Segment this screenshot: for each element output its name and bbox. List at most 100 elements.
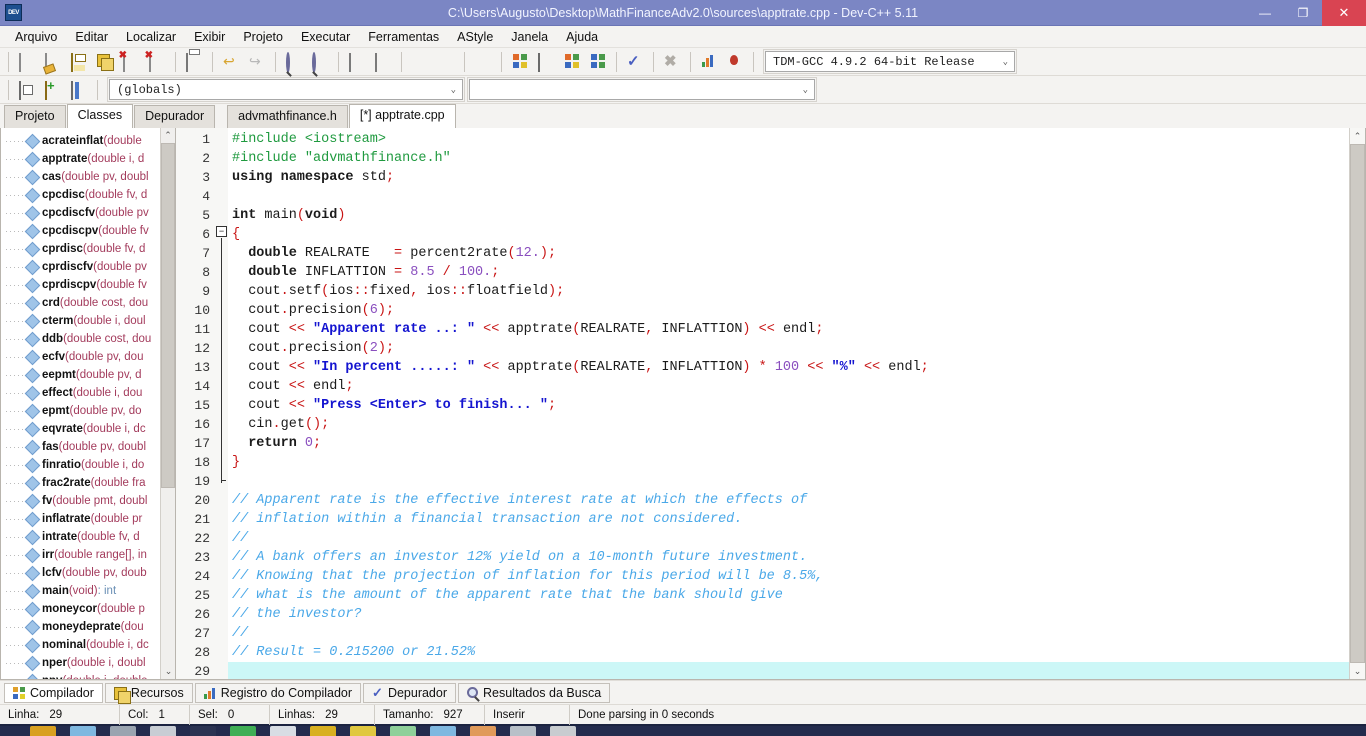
open-file-button[interactable] — [41, 51, 65, 73]
taskbar-icon[interactable] — [30, 726, 56, 736]
code-line[interactable] — [228, 187, 1349, 206]
sidebar-item-cpcdisc[interactable]: ·····cpcdisc(double fv, d — [1, 186, 175, 204]
taskbar-icon[interactable] — [230, 726, 256, 736]
close-button[interactable]: ✕ — [1322, 0, 1366, 26]
stop-execution-button[interactable]: ✖ — [660, 51, 684, 73]
sidebar-item-moneydeprate[interactable]: ·····moneydeprate(dou — [1, 618, 175, 636]
bottom-tab-resultados-busca[interactable]: Resultados da Busca — [458, 683, 610, 703]
menu-item-executar[interactable]: Executar — [292, 28, 359, 46]
fold-toggle-line-6[interactable]: − — [216, 226, 227, 237]
sidebar-item-nominal[interactable]: ·····nominal(double i, dc — [1, 636, 175, 654]
sidebar-item-ddb[interactable]: ·····ddb(double cost, dou — [1, 330, 175, 348]
insert-snippet-button[interactable] — [371, 51, 395, 73]
taskbar-icon[interactable] — [310, 726, 336, 736]
profile-button[interactable] — [697, 51, 721, 73]
taskbar-icon[interactable] — [390, 726, 416, 736]
scope-select[interactable]: (globals) ⌄ — [109, 79, 463, 100]
remove-from-project-button[interactable] — [67, 79, 91, 101]
menu-item-editar[interactable]: Editar — [66, 28, 117, 46]
code-line[interactable]: using namespace std; — [228, 168, 1349, 187]
taskbar-icon[interactable] — [110, 726, 136, 736]
taskbar-icon[interactable] — [350, 726, 376, 736]
save-all-button[interactable] — [93, 51, 117, 73]
print-button[interactable] — [182, 51, 206, 73]
code-line[interactable]: // inflation within a financial transact… — [228, 510, 1349, 529]
compile-and-run-button[interactable] — [560, 51, 584, 73]
taskbar-icon[interactable] — [150, 726, 176, 736]
sidebar-item-nper[interactable]: ·····nper(double i, doubl — [1, 654, 175, 672]
find-button[interactable] — [282, 51, 306, 73]
scrollbar-thumb[interactable] — [161, 143, 175, 488]
sidebar-item-irr[interactable]: ·····irr(double range[], in — [1, 546, 175, 564]
sidebar-item-inflatrate[interactable]: ·····inflatrate(double pr — [1, 510, 175, 528]
sidebar-item-cprdisc[interactable]: ·····cprdisc(double fv, d — [1, 240, 175, 258]
class-browser-scrollbar[interactable]: ⌃ ⌄ — [160, 128, 175, 679]
taskbar-icon[interactable] — [270, 726, 296, 736]
bottom-tab-registro-compilador[interactable]: Registro do Compilador — [195, 683, 361, 703]
sidebar-item-npv[interactable]: ·····npv(double i, double — [1, 672, 175, 680]
close-all-button[interactable] — [145, 51, 169, 73]
taskbar-icon[interactable] — [70, 726, 96, 736]
tab-depurador[interactable]: Depurador — [134, 105, 215, 128]
code-line[interactable]: cin.get(); — [228, 415, 1349, 434]
code-line[interactable]: return 0; — [228, 434, 1349, 453]
code-line[interactable]: cout.setf(ios::fixed, ios::floatfield); — [228, 282, 1349, 301]
new-project-button[interactable] — [15, 79, 39, 101]
taskbar-icon[interactable] — [550, 726, 576, 736]
editor-scrollbar-thumb[interactable] — [1350, 144, 1365, 663]
taskbar-icon[interactable] — [510, 726, 536, 736]
run-button[interactable] — [534, 51, 558, 73]
taskbar-icon[interactable] — [430, 726, 456, 736]
undo-button[interactable]: ↩ — [219, 51, 243, 73]
sidebar-item-moneycor[interactable]: ·····moneycor(double p — [1, 600, 175, 618]
menu-item-localizar[interactable]: Localizar — [117, 28, 185, 46]
redo-button[interactable]: ↪ — [245, 51, 269, 73]
scroll-down-icon[interactable]: ⌄ — [161, 664, 176, 679]
sidebar-item-intrate[interactable]: ·····intrate(double fv, d — [1, 528, 175, 546]
code-line[interactable]: cout.precision(6); — [228, 301, 1349, 320]
sidebar-item-epmt[interactable]: ·····epmt(double pv, do — [1, 402, 175, 420]
code-line[interactable]: cout << endl; — [228, 377, 1349, 396]
code-line[interactable]: // the investor? — [228, 605, 1349, 624]
tab-projeto[interactable]: Projeto — [4, 105, 66, 128]
menu-item-ferramentas[interactable]: Ferramentas — [359, 28, 448, 46]
editor-scroll-up-icon[interactable]: ⌃ — [1350, 128, 1365, 144]
bottom-tab-compilador[interactable]: Compilador — [4, 683, 103, 703]
rebuild-all-button[interactable] — [586, 51, 610, 73]
code-line[interactable]: } — [228, 453, 1349, 472]
sidebar-item-effect[interactable]: ·····effect(double i, dou — [1, 384, 175, 402]
sidebar-item-cpcdiscpv[interactable]: ·····cpcdiscpv(double fv — [1, 222, 175, 240]
add-to-project-button[interactable] — [41, 79, 65, 101]
scroll-up-icon[interactable]: ⌃ — [161, 128, 175, 143]
code-line[interactable]: // A bank offers an investor 12% yield o… — [228, 548, 1349, 567]
code-line[interactable]: #include <iostream> — [228, 130, 1349, 149]
code-line[interactable]: double INFLATTION = 8.5 / 100.; — [228, 263, 1349, 282]
sidebar-item-cterm[interactable]: ·····cterm(double i, doul — [1, 312, 175, 330]
bottom-tab-depurador[interactable]: ✓ Depurador — [363, 683, 456, 703]
code-line[interactable]: cout << "Apparent rate ..: " << apptrate… — [228, 320, 1349, 339]
restore-button[interactable]: ❐ — [1284, 0, 1322, 26]
menu-item-astyle[interactable]: AStyle — [448, 28, 502, 46]
code-line[interactable]: #include "advmathfinance.h" — [228, 149, 1349, 168]
compiler-select[interactable]: TDM-GCC 4.9.2 64-bit Release ⌄ — [765, 51, 1015, 72]
sidebar-item-fas[interactable]: ·····fas(double pv, doubl — [1, 438, 175, 456]
code-line[interactable] — [228, 472, 1349, 491]
code-line[interactable]: // Apparent rate is the effective intere… — [228, 491, 1349, 510]
editor-scrollbar[interactable]: ⌃ ⌄ — [1349, 128, 1365, 679]
bottom-tab-recursos[interactable]: Recursos — [105, 683, 193, 703]
sidebar-item-lcfv[interactable]: ·····lcfv(double pv, doub — [1, 564, 175, 582]
sidebar-item-cprdiscpv[interactable]: ·····cprdiscpv(double fv — [1, 276, 175, 294]
compile-button[interactable] — [508, 51, 532, 73]
sidebar-item-cpcdiscfv[interactable]: ·····cpcdiscfv(double pv — [1, 204, 175, 222]
sidebar-item-ecfv[interactable]: ·····ecfv(double pv, dou — [1, 348, 175, 366]
forward-button[interactable] — [434, 51, 458, 73]
back-button[interactable] — [408, 51, 432, 73]
replace-button[interactable] — [308, 51, 332, 73]
sidebar-item-main[interactable]: ·····main(void) : int — [1, 582, 175, 600]
tab-apptrate-cpp[interactable]: [*] apptrate.cpp — [349, 104, 456, 128]
menu-item-janela[interactable]: Janela — [502, 28, 557, 46]
minimize-button[interactable]: — — [1246, 0, 1284, 26]
sidebar-item-cas[interactable]: ·····cas(double pv, doubl — [1, 168, 175, 186]
syntax-check-button[interactable]: ✓ — [623, 51, 647, 73]
sidebar-item-apptrate[interactable]: ·····apptrate(double i, d — [1, 150, 175, 168]
